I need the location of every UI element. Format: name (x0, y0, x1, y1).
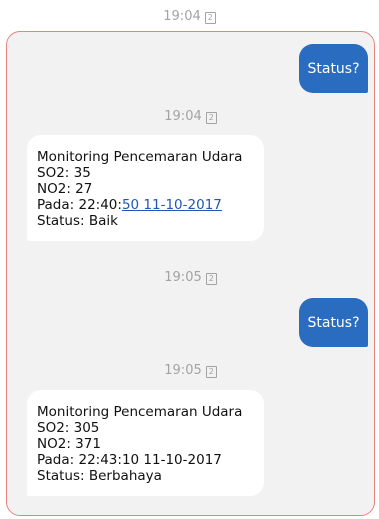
timestamp-text: 19:05 (164, 270, 202, 285)
timestamp-text: 19:04 (163, 9, 201, 24)
message-text: Status? (307, 60, 360, 77)
message-line: Monitoring Pencemaran Udara (37, 149, 243, 165)
message-line: NO2: 371 (37, 436, 101, 452)
message-timestamp: 19:05 2 (7, 363, 374, 378)
incoming-message[interactable]: Monitoring Pencemaran Udara SO2: 305 NO2… (27, 390, 265, 496)
message-timestamp: 19:04 2 (7, 109, 374, 124)
message-line: Status: Berbahaya (37, 468, 162, 484)
message-line: Monitoring Pencemaran Udara (37, 404, 243, 420)
message-line: Pada: 22:43:10 11-10-2017 (37, 452, 222, 468)
sim-card-icon: 2 (204, 12, 216, 24)
incoming-message[interactable]: Monitoring Pencemaran Udara SO2: 35 NO2:… (27, 135, 265, 241)
message-line-pada: Pada: 22:40:50 11-10-2017 (37, 197, 242, 213)
message-timestamp: 19:05 2 (7, 270, 374, 285)
message-line: SO2: 35 (37, 165, 91, 181)
message-thread[interactable]: Status? 19:04 2 Monitoring Pencemaran Uda… (6, 31, 375, 516)
header-timestamp: 19:04 2 (0, 9, 379, 24)
outgoing-message[interactable]: Status? (299, 298, 368, 347)
timestamp-text: 19:04 (164, 109, 202, 124)
message-text: Status? (307, 314, 360, 331)
sim-card-icon: 2 (205, 366, 217, 378)
message-line: Status: Baik (37, 213, 118, 229)
pada-text: Pada: 22:40: (37, 197, 122, 213)
message-line: NO2: 27 (37, 181, 93, 197)
message-line: SO2: 305 (37, 420, 100, 436)
timestamp-text: 19:05 (164, 363, 202, 378)
sim-card-icon: 2 (205, 112, 217, 124)
sim-card-icon: 2 (205, 273, 217, 285)
date-link[interactable]: 50 11-10-2017 (122, 197, 222, 213)
outgoing-message[interactable]: Status? (299, 44, 368, 93)
